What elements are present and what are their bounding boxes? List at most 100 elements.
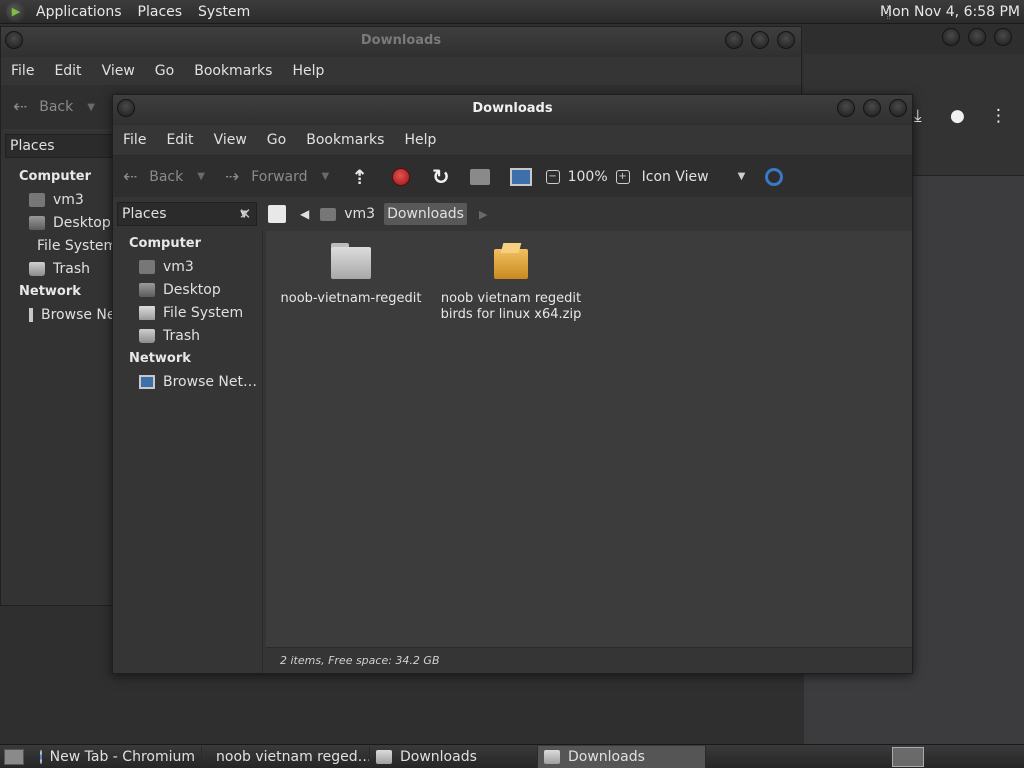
sidebar-item-filesystem[interactable]: File System	[1, 234, 113, 257]
sidebar-item-label: vm3	[163, 258, 194, 275]
task-archive[interactable]: noob vietnam reged…	[202, 745, 370, 768]
main-menubar: File Edit View Go Bookmarks Help	[113, 125, 912, 155]
download-icon[interactable]: ⤓	[914, 106, 922, 126]
clock[interactable]: Mon Nov 4, 6:58 PM	[880, 0, 1020, 24]
crumb-downloads[interactable]: Downloads	[384, 203, 467, 225]
back-window-title: Downloads	[360, 33, 442, 48]
network-header: Network	[129, 351, 191, 366]
applications-logo-icon[interactable]: ▶	[6, 1, 26, 22]
task-downloads-2[interactable]: Downloads	[538, 745, 706, 768]
sidebar-item-label: Browse Network	[41, 306, 113, 323]
show-desktop-icon[interactable]	[4, 748, 24, 765]
status-bar: 2 items, Free space: 34.2 GB	[266, 647, 912, 673]
zoom-level: 100%	[567, 168, 608, 185]
view-mode-label: Icon View	[641, 168, 709, 185]
sidebar-item-label: Desktop	[163, 281, 221, 298]
places-combo-label: Places	[10, 138, 55, 154]
task-label: Downloads	[568, 748, 645, 765]
menu-bookmarks[interactable]: Bookmarks	[184, 63, 282, 79]
maximize-button[interactable]	[863, 99, 881, 117]
main-window-titlebar: Downloads	[113, 95, 912, 125]
menu-go[interactable]: Go	[257, 132, 296, 148]
menu-dots-icon[interactable]: ⋮	[990, 106, 1007, 126]
folder-icon	[329, 243, 373, 279]
back-places-combo[interactable]: Places	[5, 134, 113, 158]
file-item-folder[interactable]: noob-vietnam-regedit	[276, 243, 426, 307]
main-window-title: Downloads	[472, 101, 553, 116]
maximize-button[interactable]	[968, 28, 986, 46]
places-combo-label: Places	[122, 206, 167, 222]
main-file-manager-window: Downloads File Edit View Go Bookmarks He…	[112, 94, 913, 674]
home-folder-icon	[29, 192, 45, 207]
sidebar-item-label: Browse Net…	[163, 373, 258, 390]
file-item-zip[interactable]: noob vietnam regedit birds for linux x64…	[436, 243, 586, 323]
sidebar-item-browse-network[interactable]: Browse Net…	[113, 370, 262, 393]
back-history-chevron-icon[interactable]: ▼	[197, 171, 205, 182]
back-menubar: File Edit View Go Bookmarks Help	[1, 57, 801, 85]
sidebar-item-trash[interactable]: Trash	[1, 257, 113, 280]
back-button[interactable]: ⇠ Back ▼	[13, 97, 95, 117]
system-menu[interactable]: System	[190, 4, 258, 20]
sidebar-item-label: Desktop	[53, 214, 111, 231]
close-button[interactable]	[994, 28, 1012, 46]
stop-icon[interactable]	[391, 167, 410, 186]
menu-help[interactable]: Help	[282, 63, 334, 79]
applications-menu[interactable]: Applications	[28, 4, 130, 20]
close-sidebar-icon[interactable]: ✕	[235, 203, 255, 225]
network-icon	[29, 307, 33, 322]
reload-icon[interactable]: ↻	[432, 165, 450, 189]
menu-view[interactable]: View	[204, 132, 257, 148]
menu-file[interactable]: File	[113, 132, 156, 148]
zoom-in-icon[interactable]: +	[615, 169, 630, 184]
menu-bookmarks[interactable]: Bookmarks	[296, 132, 394, 148]
home-icon[interactable]	[469, 168, 490, 185]
top-menu: Applications Places System	[28, 0, 258, 24]
menu-help[interactable]: Help	[394, 132, 446, 148]
zoom-out-icon[interactable]: −	[545, 169, 560, 184]
file-view[interactable]: noob-vietnam-regedit noob vietnam regedi…	[266, 231, 912, 647]
crumb-label: vm3	[344, 206, 376, 222]
workspace-switcher[interactable]	[892, 746, 924, 767]
window-menu-button[interactable]	[117, 99, 135, 117]
path-left-arrow-icon[interactable]: ◀	[300, 207, 309, 221]
minimize-button[interactable]	[725, 31, 743, 49]
sidebar-item-vm3[interactable]: vm3	[1, 188, 113, 211]
path-right-arrow-icon[interactable]: ▶	[479, 208, 487, 221]
sidebar-item-trash[interactable]: Trash	[113, 324, 262, 347]
minimize-button[interactable]	[942, 28, 960, 46]
sidebar-item-browse-network[interactable]: Browse Network	[1, 303, 113, 326]
profile-icon[interactable]: ●	[950, 106, 965, 126]
sidebar-item-vm3[interactable]: vm3	[113, 255, 262, 278]
task-downloads-1[interactable]: Downloads	[370, 745, 538, 768]
computer-icon[interactable]	[509, 167, 532, 186]
menu-edit[interactable]: Edit	[156, 132, 203, 148]
menu-edit[interactable]: Edit	[44, 63, 91, 79]
menu-file[interactable]: File	[1, 63, 44, 79]
window-menu-button[interactable]	[5, 31, 23, 49]
search-icon[interactable]	[765, 167, 784, 186]
task-chromium[interactable]: New Tab - Chromium	[34, 745, 202, 768]
computer-header: Computer	[19, 169, 92, 184]
maximize-button[interactable]	[751, 31, 769, 49]
file-name: noob-vietnam-regedit	[280, 291, 422, 306]
sidebar-item-desktop[interactable]: Desktop	[1, 211, 113, 234]
back-button[interactable]: ⇠ Back ▼	[123, 167, 205, 187]
view-mode-select[interactable]: Icon View ▼	[642, 169, 746, 185]
network-header: Network	[19, 284, 81, 299]
sidebar-item-filesystem[interactable]: File System	[113, 301, 262, 324]
up-arrow-icon[interactable]: ⇡	[351, 165, 368, 189]
taskbar: New Tab - Chromium noob vietnam reged… D…	[0, 744, 1024, 768]
menu-view[interactable]: View	[92, 63, 145, 79]
close-button[interactable]	[777, 31, 795, 49]
sidebar-item-desktop[interactable]: Desktop	[113, 278, 262, 301]
menu-go[interactable]: Go	[145, 63, 184, 79]
close-button[interactable]	[889, 99, 907, 117]
sidebar-item-label: Trash	[53, 260, 90, 277]
places-menu[interactable]: Places	[130, 4, 191, 20]
forward-history-chevron-icon[interactable]: ▼	[322, 171, 330, 182]
chevron-down-icon[interactable]: ▼	[87, 102, 95, 113]
edit-location-icon[interactable]	[268, 205, 286, 223]
crumb-vm3[interactable]: vm3	[317, 203, 378, 225]
minimize-button[interactable]	[837, 99, 855, 117]
forward-button[interactable]: ⇢ Forward ▼	[225, 167, 329, 187]
